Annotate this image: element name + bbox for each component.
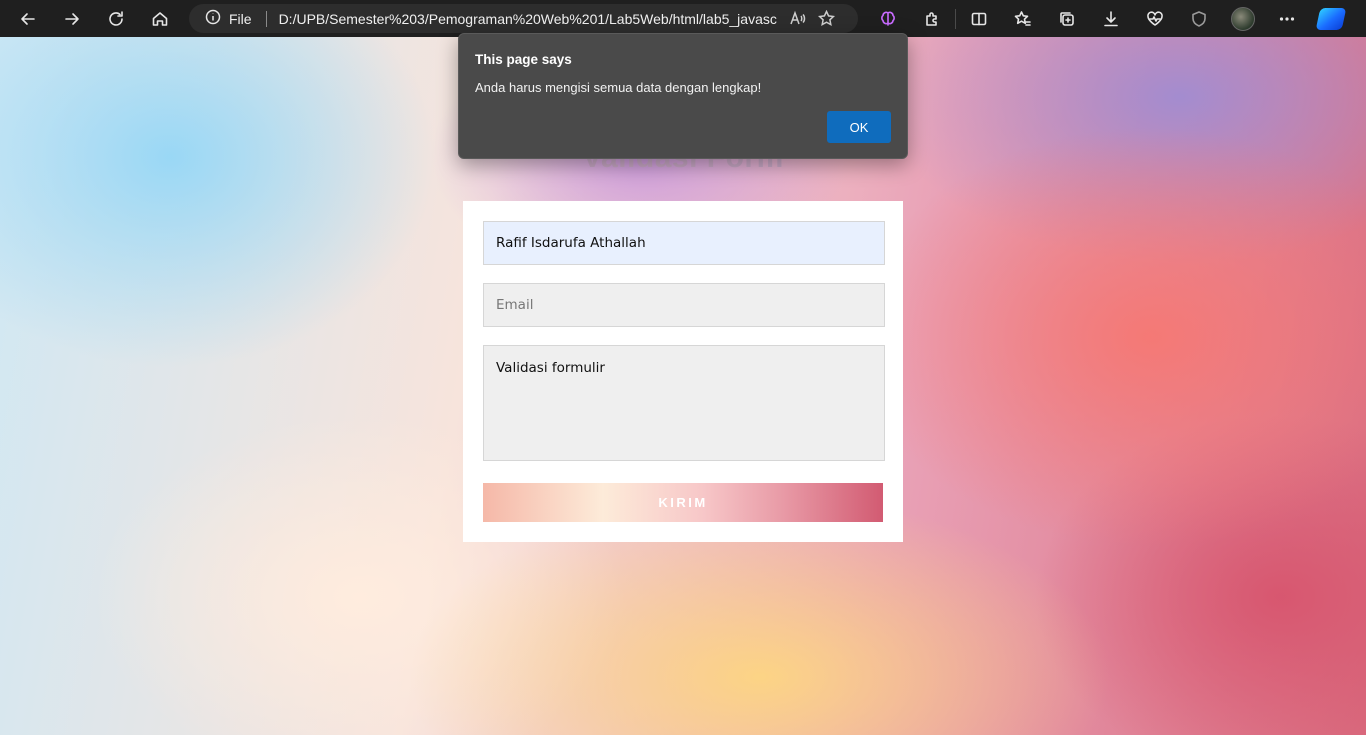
email-input[interactable]: Email	[483, 283, 885, 327]
name-input[interactable]: Rafif Isdarufa Athallah	[483, 221, 885, 265]
message-textarea[interactable]: Validasi formulir	[483, 345, 885, 461]
refresh-button[interactable]	[94, 0, 138, 37]
heart-pulse-icon	[1147, 10, 1163, 26]
address-bar[interactable]: File D:/UPB/Semester%203/Pemograman%20We…	[189, 4, 858, 33]
puzzle-icon	[926, 11, 937, 26]
toolbar-divider	[955, 8, 956, 29]
home-icon	[152, 11, 168, 26]
forward-arrow-icon	[65, 12, 79, 25]
site-info-icon[interactable]	[205, 9, 221, 28]
read-aloud-icon[interactable]	[789, 10, 806, 27]
profile-avatar	[1231, 6, 1255, 31]
back-arrow-icon	[21, 12, 35, 25]
split-screen-icon	[971, 12, 987, 25]
copilot-brain-button[interactable]	[866, 0, 910, 37]
copilot-button[interactable]	[1309, 0, 1353, 37]
contact-form: Rafif Isdarufa Athallah Email Validasi f…	[463, 201, 903, 542]
downloads-button[interactable]	[1089, 0, 1133, 37]
scheme-label: File	[229, 10, 252, 27]
collections-icon	[1060, 11, 1074, 26]
shield-icon	[1192, 10, 1206, 27]
more-dots-icon	[1279, 16, 1295, 21]
url-text[interactable]: D:/UPB/Semester%203/Pemograman%20Web%201…	[279, 11, 777, 27]
submit-button[interactable]: KIRIM	[483, 483, 883, 522]
favorites-button[interactable]	[1001, 0, 1045, 37]
ok-button[interactable]: OK	[827, 111, 891, 143]
alert-dialog: This page says Anda harus mengisi semua …	[458, 33, 908, 159]
split-screen-button[interactable]	[957, 0, 1001, 37]
refresh-icon	[109, 10, 123, 26]
collections-button[interactable]	[1045, 0, 1089, 37]
forward-button[interactable]	[50, 0, 94, 37]
home-button[interactable]	[138, 0, 182, 37]
profile-button[interactable]	[1221, 0, 1265, 37]
toolbar-right-icons	[866, 0, 1353, 37]
extensions-button[interactable]	[910, 0, 954, 37]
download-icon	[1104, 10, 1118, 26]
brain-icon	[881, 11, 895, 26]
dialog-message: Anda harus mengisi semua data dengan len…	[475, 80, 762, 95]
address-divider	[265, 10, 267, 27]
performance-button[interactable]	[1133, 0, 1177, 37]
more-menu-button[interactable]	[1265, 0, 1309, 37]
copilot-icon	[1315, 7, 1347, 30]
browser-essentials-button[interactable]	[1177, 0, 1221, 37]
favorites-icon	[1014, 10, 1031, 26]
back-button[interactable]	[6, 0, 50, 37]
favorite-star-icon[interactable]	[817, 10, 835, 27]
dialog-title: This page says	[475, 52, 572, 67]
